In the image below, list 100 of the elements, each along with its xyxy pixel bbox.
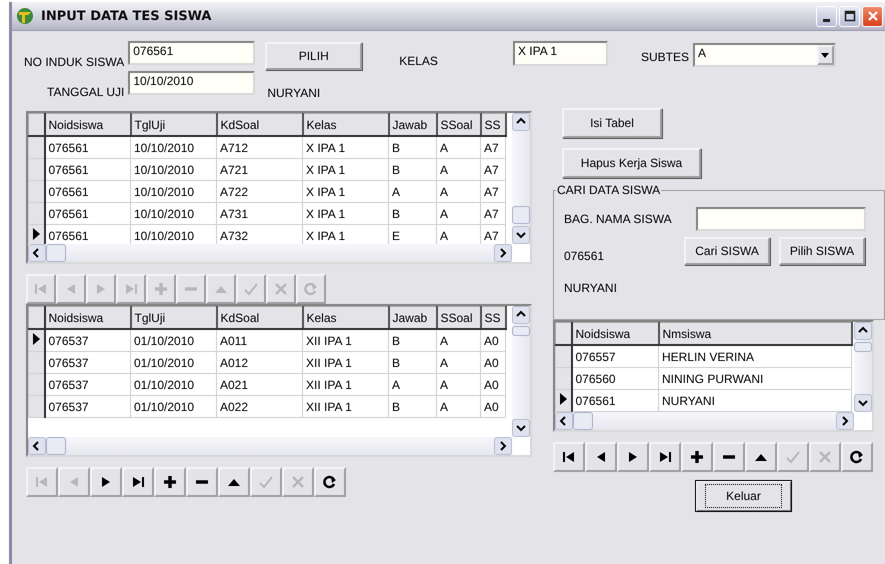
scroll-up-button[interactable] <box>854 322 872 340</box>
close-button[interactable] <box>862 6 883 26</box>
edit-button[interactable] <box>745 442 777 472</box>
row-indicator[interactable] <box>28 136 44 158</box>
scrollbar[interactable] <box>555 412 854 430</box>
scroll-right-button[interactable] <box>494 437 512 455</box>
column-header[interactable]: Jawab <box>388 306 436 329</box>
input-field[interactable] <box>696 207 866 231</box>
input-field[interactable]: X IPA 1 <box>512 41 608 66</box>
scroll-thumb[interactable] <box>512 326 530 336</box>
scroll-down-button[interactable] <box>512 419 530 437</box>
column-header[interactable]: Kelas <box>302 306 388 329</box>
column-header[interactable]: SS <box>480 114 506 136</box>
delete-button[interactable] <box>186 467 218 497</box>
scroll-thumb[interactable] <box>573 412 593 430</box>
scrollbar[interactable] <box>512 113 530 244</box>
table-cell: A <box>436 136 480 158</box>
scrollbar[interactable] <box>28 437 512 455</box>
row-indicator[interactable] <box>28 180 44 202</box>
student-id: 076561 <box>564 249 604 263</box>
cancel-icon <box>290 474 306 490</box>
prior-record-button[interactable] <box>585 442 617 472</box>
column-header[interactable]: SSoal <box>436 114 480 136</box>
table-cell: A0 <box>480 396 506 418</box>
next-record-button[interactable] <box>617 442 649 472</box>
scroll-thumb[interactable] <box>46 437 66 455</box>
edit-button[interactable] <box>218 467 250 497</box>
scroll-left-button[interactable] <box>28 437 46 455</box>
data-grid[interactable]: Noidsiswa Nmsiswa 076557 HERLIN VERINA 076560 NINING PURWANI 076561 NURYANI <box>553 320 874 432</box>
refresh-button[interactable] <box>314 467 346 497</box>
table-cell: A731 <box>216 202 302 224</box>
column-header[interactable]: Noidsiswa <box>44 306 130 329</box>
pilih-button[interactable]: PILIH <box>265 42 362 70</box>
first-icon <box>33 281 49 297</box>
column-header[interactable]: Nmsiswa <box>658 322 852 345</box>
column-header[interactable]: Kelas <box>302 114 388 136</box>
scroll-right-button[interactable] <box>494 244 512 262</box>
data-grid[interactable] <box>26 111 532 264</box>
scroll-thumb[interactable] <box>854 342 872 352</box>
hapus-kerja-siswa-button[interactable]: Hapus Kerja Siswa <box>562 148 701 178</box>
scroll-down-button[interactable] <box>854 394 872 412</box>
scroll-up-button[interactable] <box>512 306 530 324</box>
scrollbar[interactable] <box>512 306 530 437</box>
scroll-up-button[interactable] <box>512 113 530 131</box>
table-cell: 076557 <box>572 345 658 368</box>
row-indicator[interactable] <box>28 396 44 418</box>
scroll-right-button[interactable] <box>836 412 854 430</box>
column-header[interactable]: Noidsiswa <box>44 114 130 136</box>
scrollbar[interactable] <box>28 244 512 262</box>
column-header[interactable]: SS <box>480 306 506 329</box>
row-indicator[interactable] <box>556 390 572 412</box>
scroll-thumb[interactable] <box>46 244 66 262</box>
data-grid[interactable] <box>26 304 532 457</box>
input-field[interactable]: 10/10/2010 <box>128 71 256 95</box>
dropdown[interactable]: A <box>692 43 836 67</box>
cari-siswa-button[interactable]: Cari SISWA <box>684 237 770 265</box>
app-icon <box>15 6 35 26</box>
refresh-button[interactable] <box>841 442 873 472</box>
table-cell: A <box>436 374 480 396</box>
scroll-left-button[interactable] <box>28 244 46 262</box>
row-indicator[interactable] <box>556 345 572 368</box>
row-indicator[interactable] <box>28 202 44 224</box>
table-cell: 01/10/2010 <box>130 396 216 418</box>
last-record-button[interactable] <box>649 442 681 472</box>
insert-button[interactable] <box>154 467 186 497</box>
column-header[interactable]: TglUji <box>130 306 216 329</box>
grid-corner <box>28 306 44 329</box>
delete-button[interactable] <box>713 442 745 472</box>
row-indicator[interactable] <box>28 224 44 244</box>
row-indicator[interactable] <box>556 368 572 390</box>
table-cell: A012 <box>216 352 302 374</box>
row-indicator[interactable] <box>28 158 44 180</box>
minimize-button[interactable] <box>816 6 837 26</box>
insert-button[interactable] <box>681 442 713 472</box>
row-indicator[interactable] <box>28 329 44 352</box>
pilih-siswa-button[interactable]: Pilih SISWA <box>779 237 866 265</box>
table-cell: A7 <box>480 180 506 202</box>
last-record-button[interactable] <box>122 467 154 497</box>
row-indicator[interactable] <box>28 374 44 396</box>
first-record-button[interactable] <box>553 442 585 472</box>
table-cell: 076537 <box>44 396 130 418</box>
table-cell: B <box>388 396 436 418</box>
maximize-button[interactable] <box>839 6 860 26</box>
column-header[interactable]: KdSoal <box>216 114 302 136</box>
column-header[interactable]: TglUji <box>130 114 216 136</box>
isi-tabel-button[interactable]: Isi Tabel <box>562 108 662 138</box>
keluar-button[interactable]: Keluar <box>695 480 792 512</box>
scroll-left-button[interactable] <box>555 412 573 430</box>
column-header[interactable]: Jawab <box>388 114 436 136</box>
column-header[interactable]: SSoal <box>436 306 480 329</box>
input-field[interactable]: 076561 <box>128 41 256 65</box>
row-indicator[interactable] <box>28 352 44 374</box>
scrollbar[interactable] <box>854 322 872 412</box>
column-header[interactable]: KdSoal <box>216 306 302 329</box>
dropdown-button[interactable] <box>816 45 834 65</box>
column-header[interactable]: Noidsiswa <box>572 322 658 345</box>
scroll-thumb[interactable] <box>512 206 530 224</box>
last-icon <box>657 449 673 465</box>
next-record-button[interactable] <box>90 467 122 497</box>
scroll-down-button[interactable] <box>512 226 530 244</box>
